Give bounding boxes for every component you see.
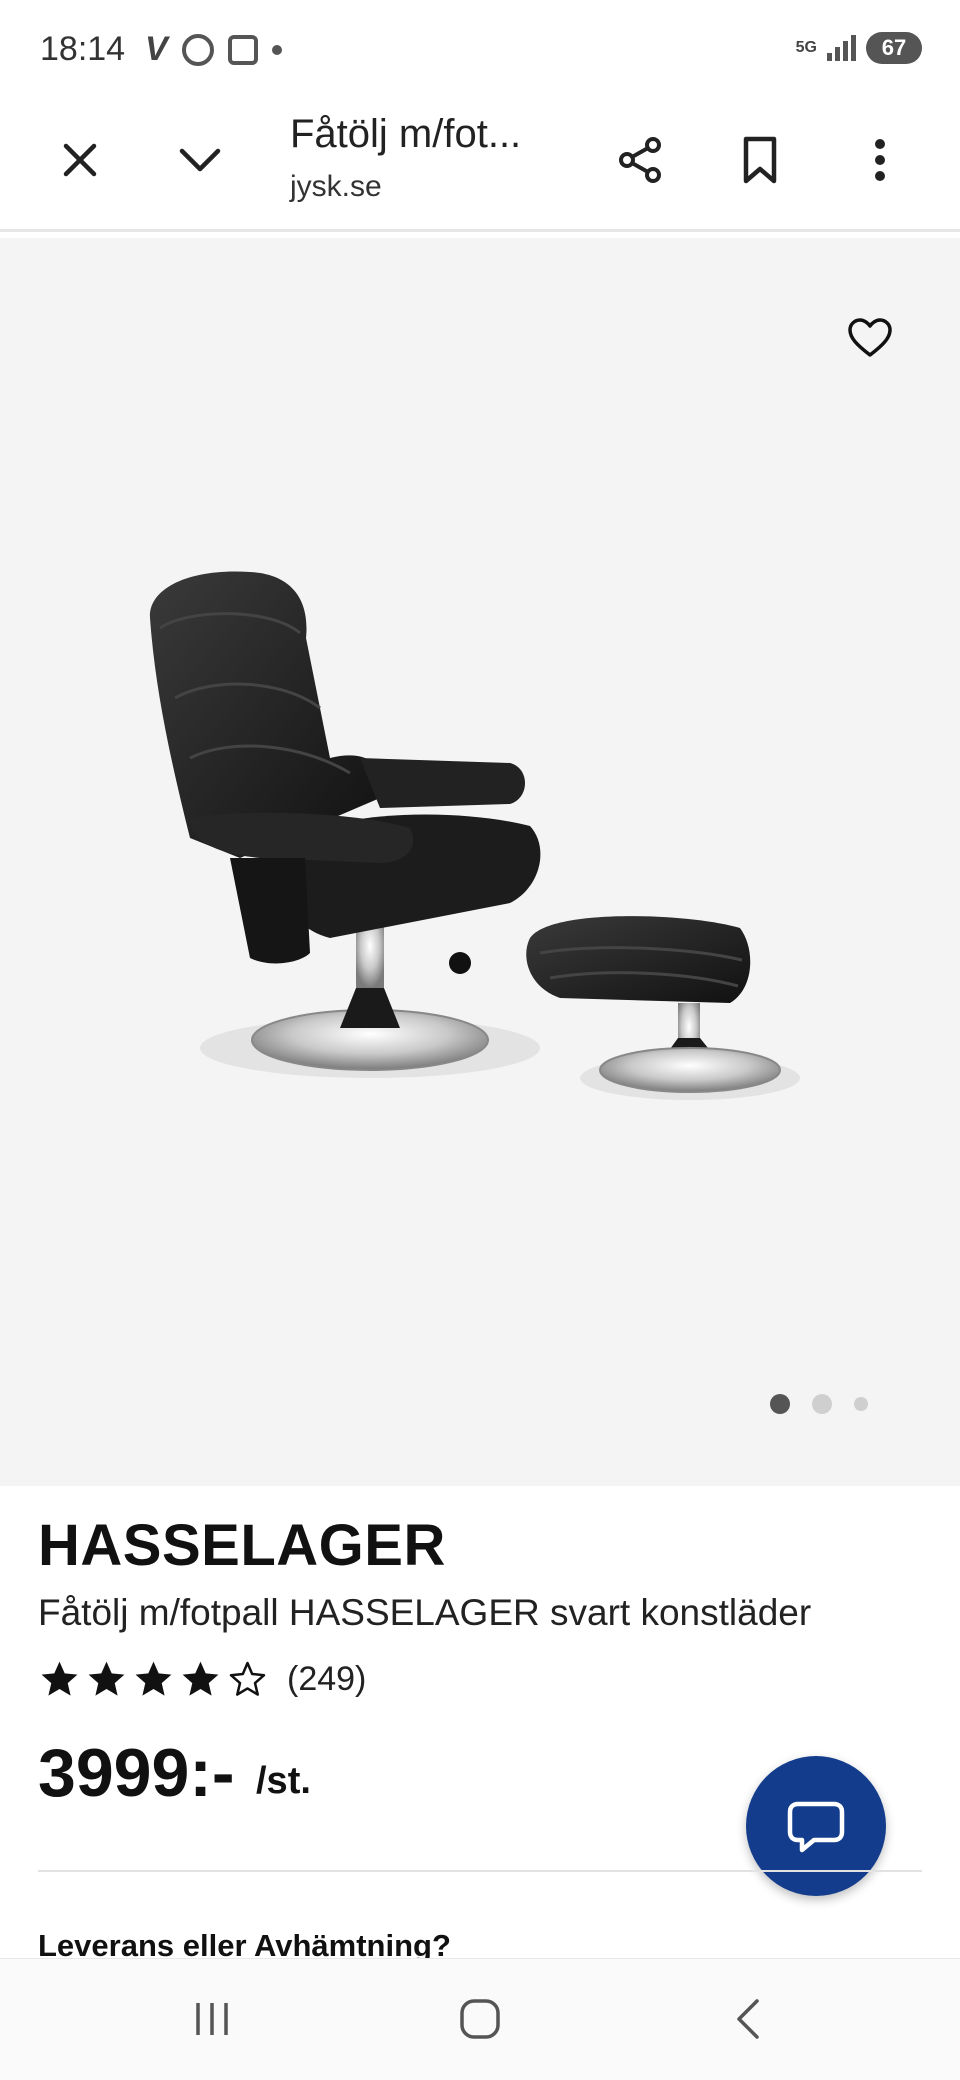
carrier-icon: V [145,30,168,68]
product-image[interactable] [130,558,830,1118]
product-price: 3999:- [38,1735,235,1811]
signal-icon [827,35,856,61]
system-nav-bar [0,1958,960,2080]
heart-icon[interactable] [840,308,900,368]
recent-apps-icon[interactable] [172,1989,252,2049]
section-divider [38,1870,922,1872]
pagination-dot[interactable] [854,1397,868,1411]
screenshot-icon [227,34,258,65]
notification-dot-icon [271,44,282,55]
pagination-dot[interactable] [812,1394,832,1414]
star-empty-icon [229,1661,266,1696]
whatsapp-icon [181,33,214,66]
status-time: 18:14 [40,30,126,68]
star-filled-icon [182,1661,219,1696]
review-count[interactable]: (249) [287,1660,366,1699]
browser-toolbar: Fåtölj m/fot... jysk.se [0,100,960,232]
star-filled-icon [135,1661,172,1696]
status-notification-icons: V [145,30,282,69]
chat-bubble-icon [787,1801,845,1853]
product-rating[interactable]: (249) [38,1658,366,1701]
more-vert-icon[interactable] [850,130,910,190]
status-system-icons: 5G 67 [796,32,922,64]
status-bar: 18:14 V 5G 67 [0,0,960,100]
delivery-heading[interactable]: Leverans eller Avhämtning? [38,1928,451,1958]
bookmark-icon[interactable] [730,130,790,190]
chevron-down-icon[interactable] [170,130,230,190]
product-brand: HASSELAGER [38,1513,446,1578]
share-icon[interactable] [610,130,670,190]
product-gallery[interactable] [0,238,960,1486]
star-filled-icon [41,1661,78,1696]
battery-level: 67 [866,32,922,64]
page-title: Fåtölj m/fot... [290,112,522,156]
network-type: 5G [795,39,817,56]
pagination-dot-active[interactable] [770,1394,790,1414]
close-icon[interactable] [50,130,110,190]
page-url[interactable]: jysk.se [290,170,382,204]
back-icon[interactable] [708,1989,788,2049]
product-name: Fåtölj m/fotpall HASSELAGER svart konstl… [38,1592,812,1633]
gallery-pagination[interactable] [770,1394,868,1414]
chat-button[interactable] [746,1756,886,1896]
home-icon[interactable] [440,1989,520,2049]
star-filled-icon [88,1661,125,1696]
price-unit: /st. [256,1760,311,1802]
